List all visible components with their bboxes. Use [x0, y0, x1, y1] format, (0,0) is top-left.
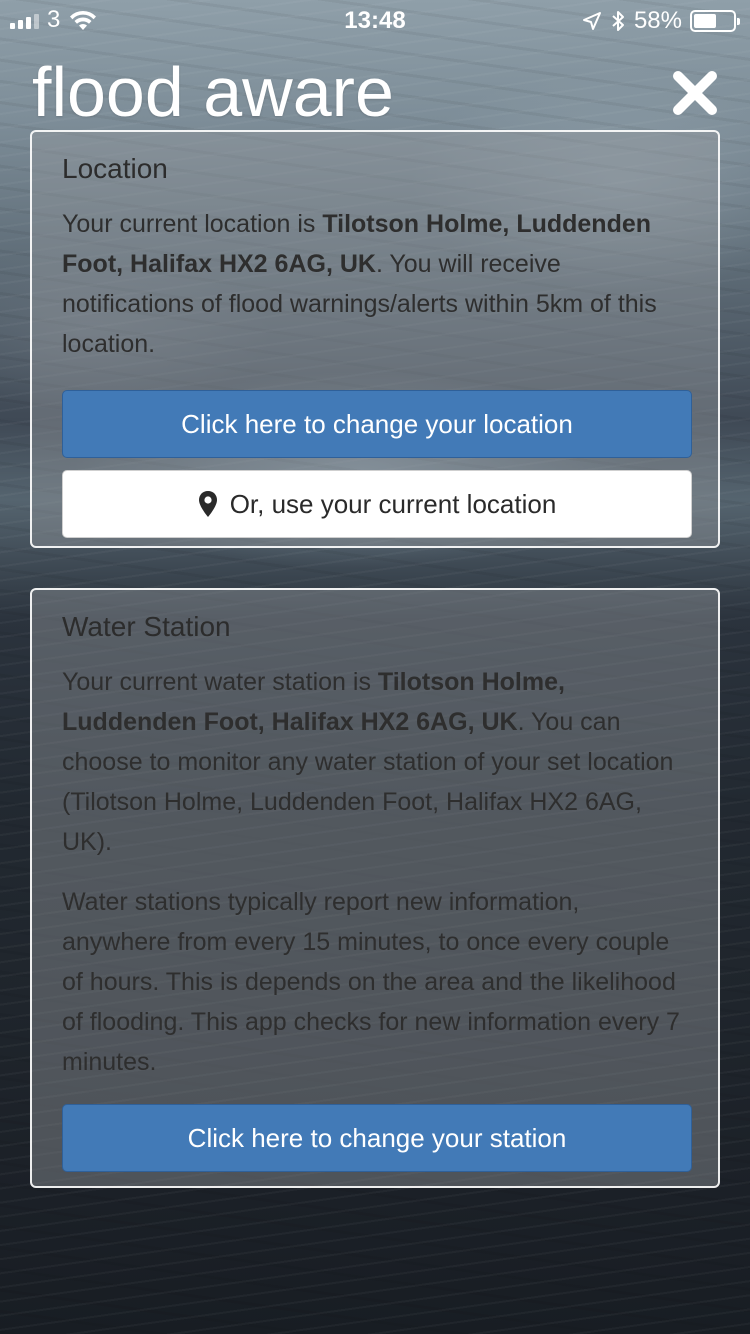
- change-station-label: Click here to change your station: [187, 1122, 567, 1153]
- water-station-description: Your current water station is Tilotson H…: [62, 662, 688, 862]
- battery-icon: [690, 10, 740, 32]
- water-station-info: Water stations typically report new info…: [62, 888, 680, 1076]
- water-station-panel: Water Station Your current water station…: [30, 588, 720, 1188]
- location-heading: Location: [62, 153, 168, 184]
- change-station-button[interactable]: Click here to change your station: [62, 1104, 692, 1172]
- location-panel: Location Your current location is Tilots…: [30, 130, 720, 548]
- battery-percent: 58%: [633, 7, 682, 34]
- use-current-location-label: Or, use your current location: [229, 488, 557, 519]
- close-icon[interactable]: [672, 70, 718, 116]
- bluetooth-icon: [612, 11, 624, 31]
- water-station-heading: Water Station: [62, 611, 231, 642]
- app-title: flood aware: [32, 53, 394, 131]
- location-text-prefix: Your current location is: [62, 210, 323, 238]
- map-pin-icon: [198, 491, 217, 517]
- status-bar-right: 58%: [582, 7, 740, 35]
- status-bar: 3 13:48 58%: [0, 0, 750, 40]
- use-current-location-button[interactable]: Or, use your current location: [62, 470, 692, 538]
- location-description: Your current location is Tilotson Holme,…: [62, 204, 688, 364]
- location-arrow-icon: [582, 12, 601, 30]
- battery-level-fill: [694, 14, 717, 28]
- station-text-prefix: Your current water station is: [62, 668, 378, 696]
- change-location-button[interactable]: Click here to change your location: [62, 390, 692, 458]
- change-location-label: Click here to change your location: [181, 408, 573, 439]
